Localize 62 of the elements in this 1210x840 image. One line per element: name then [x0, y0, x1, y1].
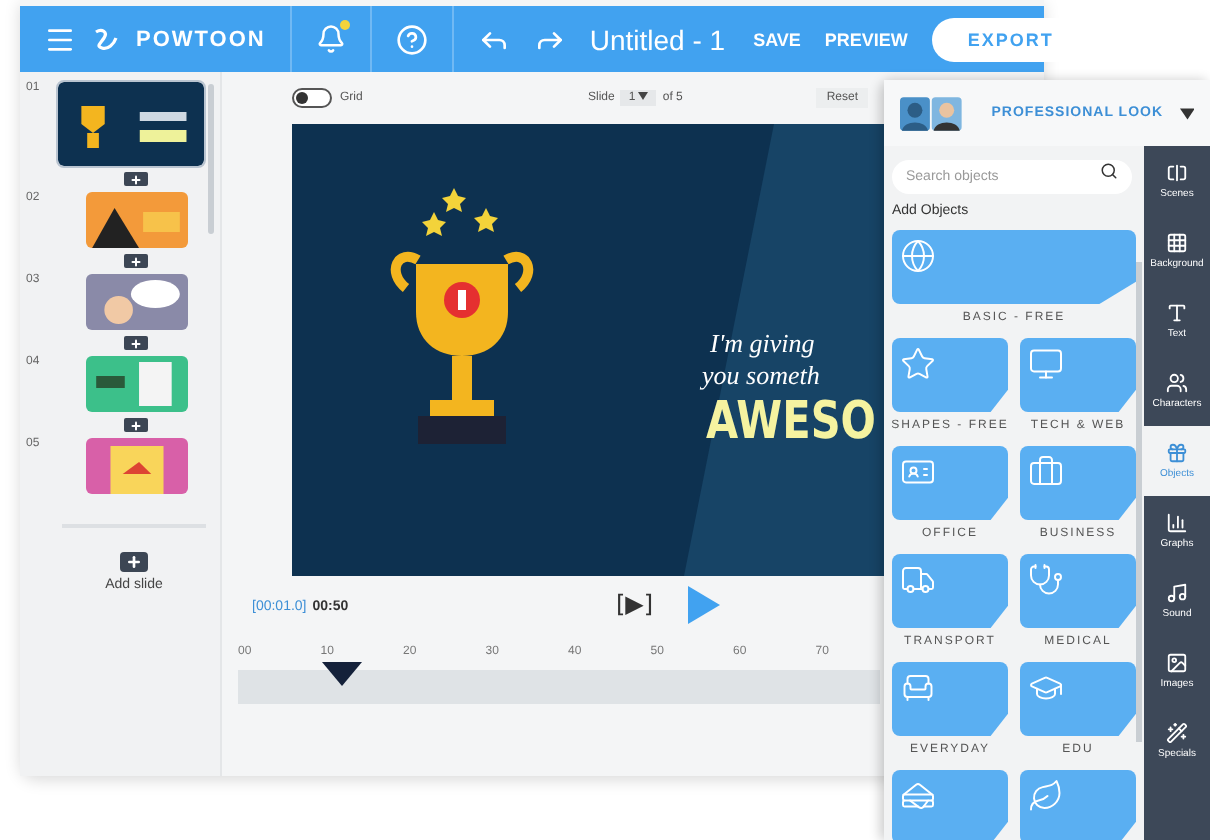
truck-icon — [900, 562, 936, 598]
category-tile[interactable] — [892, 338, 1008, 412]
image-icon — [1166, 652, 1188, 674]
bar-chart-icon — [1166, 512, 1188, 534]
scenes-icon — [1166, 162, 1188, 184]
category-tile[interactable] — [1020, 338, 1136, 412]
plus-icon — [130, 337, 142, 349]
avatar-icon — [900, 95, 964, 131]
gift-icon — [1166, 442, 1188, 464]
globe-icon — [900, 238, 936, 274]
plus-icon — [130, 255, 142, 267]
help-icon[interactable] — [395, 23, 428, 55]
stethoscope-icon — [1028, 562, 1064, 598]
text-icon — [1166, 302, 1188, 324]
bell-icon[interactable] — [315, 24, 346, 54]
music-icon — [1166, 582, 1188, 604]
plus-icon — [130, 173, 142, 185]
monitor-icon — [1028, 346, 1064, 382]
category-tile[interactable] — [892, 230, 1136, 304]
slide-headline: AWESO — [706, 392, 876, 452]
logo-icon — [92, 25, 120, 53]
insert-slide-button[interactable] — [124, 254, 148, 268]
plus-icon — [130, 419, 142, 431]
category-tile[interactable] — [1020, 554, 1136, 628]
plus-icon — [119, 552, 148, 572]
category-tile[interactable] — [892, 662, 1008, 736]
search-icon[interactable] — [1100, 162, 1118, 180]
slide-thumbnail[interactable] — [57, 82, 203, 166]
star-icon — [900, 346, 936, 382]
playhead-handle[interactable] — [321, 660, 362, 684]
category-tile[interactable] — [892, 554, 1008, 628]
category-tile[interactable] — [1020, 446, 1136, 520]
category-tile[interactable] — [892, 770, 1008, 840]
category-tile[interactable] — [1020, 662, 1136, 736]
wand-icon — [1166, 722, 1188, 744]
play-button[interactable] — [688, 586, 720, 624]
category-tile[interactable] — [1020, 770, 1136, 840]
slide-thumbnail[interactable] — [85, 192, 187, 248]
menu-icon[interactable] — [44, 23, 76, 55]
caret-icon — [638, 92, 649, 100]
insert-slide-button[interactable] — [124, 172, 148, 186]
slide-thumbnail[interactable] — [85, 438, 187, 494]
grid-toggle[interactable] — [292, 88, 332, 108]
armchair-icon — [900, 670, 936, 706]
slide-thumbnail[interactable] — [85, 274, 187, 330]
play-icon — [688, 586, 720, 624]
slide-text: you someth — [702, 360, 820, 392]
logo-text: POWTOON — [136, 27, 266, 51]
scrollbar[interactable] — [1136, 262, 1142, 742]
insert-slide-button[interactable] — [124, 418, 148, 432]
scrollbar[interactable] — [208, 84, 214, 234]
play-mode-button[interactable]: [▶] — [616, 590, 654, 618]
category-tile[interactable] — [892, 446, 1008, 520]
slide-thumbnail[interactable] — [85, 356, 187, 412]
caret-icon[interactable] — [1179, 107, 1194, 119]
briefcase-icon — [1028, 454, 1064, 490]
slide-text: I'm giving — [710, 328, 815, 360]
people-icon — [1166, 372, 1188, 394]
grid-icon — [1166, 232, 1188, 254]
insert-slide-button[interactable] — [124, 336, 148, 350]
leaf-icon — [1028, 778, 1064, 814]
burger-icon — [900, 778, 936, 814]
